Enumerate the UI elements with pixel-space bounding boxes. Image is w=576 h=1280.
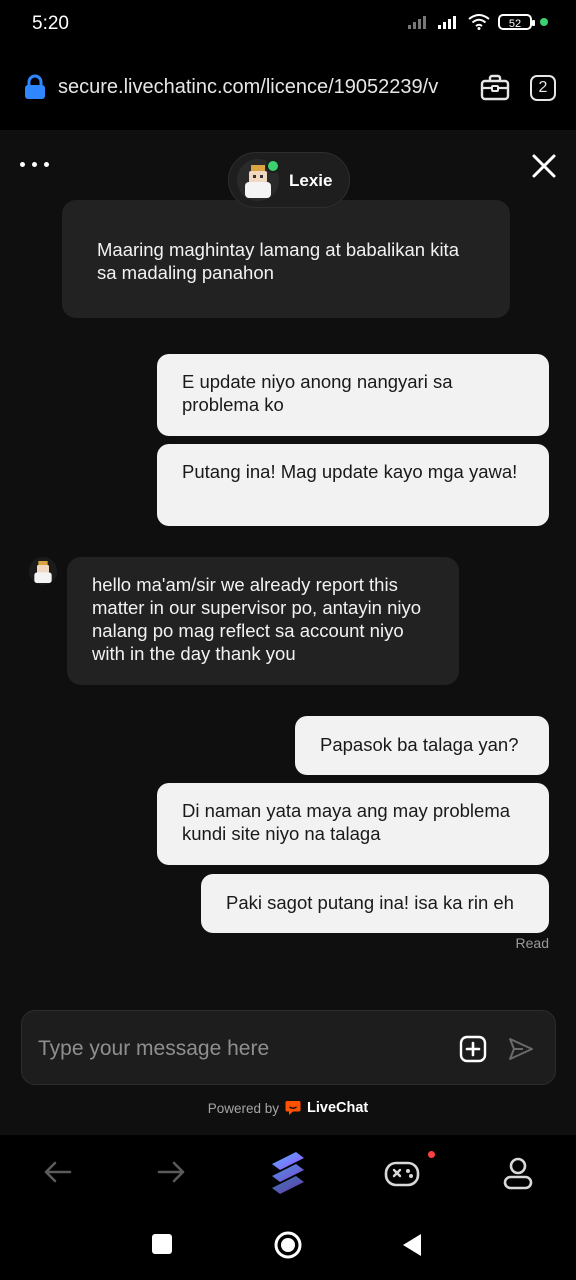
app-logo-icon[interactable] [266,1150,310,1196]
agent-message: Maaring maghintay lamang at babalikan ki… [62,200,510,318]
chat-window: Lexie Maaring maghintay lamang at babali… [0,130,576,1135]
system-nav-bar [0,1215,576,1280]
battery-indicator: 52 [498,14,535,30]
powered-by: Powered by LiveChat [0,1100,576,1116]
gamepad-icon[interactable] [383,1157,423,1189]
read-receipt: Read [515,935,549,951]
url-field[interactable]: secure.livechatinc.com/licence/19052239/… [58,76,463,99]
recents-square-icon[interactable] [151,1233,173,1255]
briefcase-icon[interactable] [480,74,510,102]
forward-arrow-icon[interactable] [155,1155,189,1189]
agent-avatar-small [29,557,57,585]
status-bar: 5:20 52 [0,0,576,50]
lock-icon[interactable] [22,74,48,100]
online-status-dot [266,159,280,173]
user-message: Putang ina! Mag update kayo mga yawa! [157,444,549,526]
attach-plus-icon[interactable] [459,1035,487,1063]
user-message: Paki sagot putang ina! isa ka rin eh [201,874,549,933]
privacy-dot [540,18,548,26]
livechat-logo-icon [285,1101,301,1115]
browser-bottom-nav [0,1135,576,1215]
user-message: Papasok ba talaga yan? [295,716,549,775]
home-circle-icon[interactable] [273,1230,303,1260]
message-composer [21,1010,556,1085]
user-message: Di naman yata maya ang may problema kund… [157,783,549,865]
signal-icon [408,16,426,29]
message-input[interactable] [36,1031,440,1067]
back-arrow-icon[interactable] [40,1155,74,1189]
browser-url-bar: secure.livechatinc.com/licence/19052239/… [0,50,576,130]
signal-icon-2 [438,16,456,29]
agent-message: hello ma'am/sir we already report this m… [67,557,459,685]
agent-header[interactable]: Lexie [228,152,350,208]
more-dots-icon[interactable] [18,158,52,172]
status-icons: 52 [408,14,548,30]
profile-icon[interactable] [500,1155,536,1191]
agent-name: Lexie [289,171,333,190]
close-icon[interactable] [530,152,558,180]
status-time: 5:20 [32,13,69,34]
tabs-counter-icon[interactable]: 2 [530,75,556,101]
send-icon[interactable] [507,1035,535,1063]
wifi-icon [468,14,490,30]
powered-by-text: Powered by [207,1100,280,1116]
livechat-brand[interactable]: LiveChat [307,1100,368,1116]
notification-dot [428,1151,435,1158]
back-triangle-icon[interactable] [400,1232,424,1258]
user-message: E update niyo anong nangyari sa problema… [157,354,549,436]
